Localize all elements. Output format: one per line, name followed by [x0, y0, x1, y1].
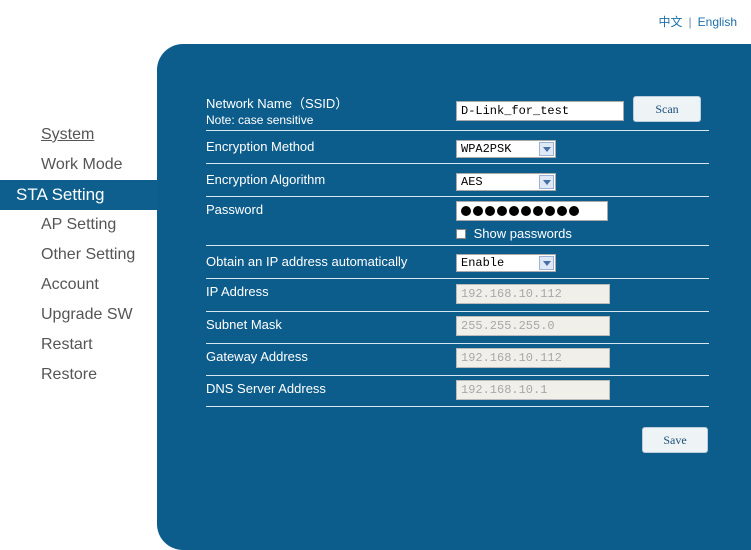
password-mask-dot [569, 206, 579, 216]
subnet-input[interactable] [456, 316, 610, 336]
dhcp-select[interactable]: Enable [456, 254, 556, 272]
show-passwords-option: Show passwords [456, 225, 572, 241]
nav-item-system[interactable]: System [0, 120, 160, 150]
nav-item-system-label: System [41, 126, 95, 143]
row-encryption-algorithm: Encryption Algorithm AES [206, 164, 709, 197]
password-mask-dot [509, 206, 519, 216]
sidebar: System Work Mode STA Setting AP Setting … [0, 120, 160, 390]
row-subnet-mask: Subnet Mask [206, 312, 709, 344]
nav-item-sta-setting[interactable]: STA Setting [0, 180, 160, 210]
password-mask-dot [497, 206, 507, 216]
gateway-input[interactable] [456, 348, 610, 368]
save-button[interactable]: Save [642, 427, 708, 453]
language-separator: | [688, 15, 692, 29]
show-passwords-label: Show passwords [473, 226, 572, 242]
ssid-input[interactable] [456, 101, 624, 121]
nav-item-restore[interactable]: Restore [0, 360, 160, 390]
dhcp-label: Obtain an IP address automatically [206, 254, 408, 269]
scan-button[interactable]: Scan [633, 96, 701, 122]
dns-input[interactable] [456, 380, 610, 400]
password-mask-dot [461, 206, 471, 216]
row-encryption-method: Encryption Method WPA2PSK [206, 131, 709, 164]
nav-item-account[interactable]: Account [0, 270, 160, 300]
encryption-method-label: Encryption Method [206, 139, 315, 154]
chevron-down-icon [539, 256, 554, 270]
chevron-down-icon [539, 142, 554, 156]
ssid-note: Note: case sensitive [206, 113, 314, 127]
subnet-label: Subnet Mask [206, 317, 282, 332]
password-label: Password [206, 202, 264, 217]
ssid-label: Network Name（SSID） [206, 96, 349, 111]
ip-label: IP Address [206, 284, 269, 299]
gateway-label: Gateway Address [206, 349, 308, 364]
password-mask-dot [533, 206, 543, 216]
row-dns: DNS Server Address [206, 376, 709, 407]
row-ip-address: IP Address [206, 279, 709, 312]
row-gateway: Gateway Address [206, 344, 709, 376]
password-mask-dot [521, 206, 531, 216]
language-english-link[interactable]: English [698, 15, 737, 29]
nav-item-other-setting[interactable]: Other Setting [0, 240, 160, 270]
encryption-method-select[interactable]: WPA2PSK [456, 140, 556, 158]
row-password: Password Show passwords [206, 197, 709, 246]
nav-item-ap-setting[interactable]: AP Setting [0, 210, 160, 240]
dns-label: DNS Server Address [206, 381, 326, 396]
chevron-down-icon [539, 175, 554, 189]
row-dhcp: Obtain an IP address automatically Enabl… [206, 246, 709, 279]
encryption-algorithm-label: Encryption Algorithm [206, 172, 326, 187]
password-mask-dot [473, 206, 483, 216]
language-chinese-link[interactable]: 中文 [659, 15, 683, 29]
dhcp-value: Enable [461, 256, 505, 270]
nav-item-upgrade-sw[interactable]: Upgrade SW [0, 300, 160, 330]
show-passwords-checkbox[interactable] [456, 228, 466, 239]
encryption-algorithm-select[interactable]: AES [456, 173, 556, 191]
ip-input[interactable] [456, 284, 610, 304]
nav-item-restart[interactable]: Restart [0, 330, 160, 360]
nav-item-work-mode[interactable]: Work Mode [0, 150, 160, 180]
settings-panel: Network Name（SSID） Note: case sensitive … [157, 44, 751, 550]
row-ssid: Network Name（SSID） Note: case sensitive … [206, 94, 709, 131]
language-switcher: 中文 | English [659, 13, 738, 30]
encryption-algorithm-value: AES [461, 175, 483, 189]
encryption-method-value: WPA2PSK [461, 142, 512, 156]
password-mask-dot [557, 206, 567, 216]
password-input[interactable] [456, 201, 608, 221]
password-mask-dot [485, 206, 495, 216]
password-mask-dot [545, 206, 555, 216]
